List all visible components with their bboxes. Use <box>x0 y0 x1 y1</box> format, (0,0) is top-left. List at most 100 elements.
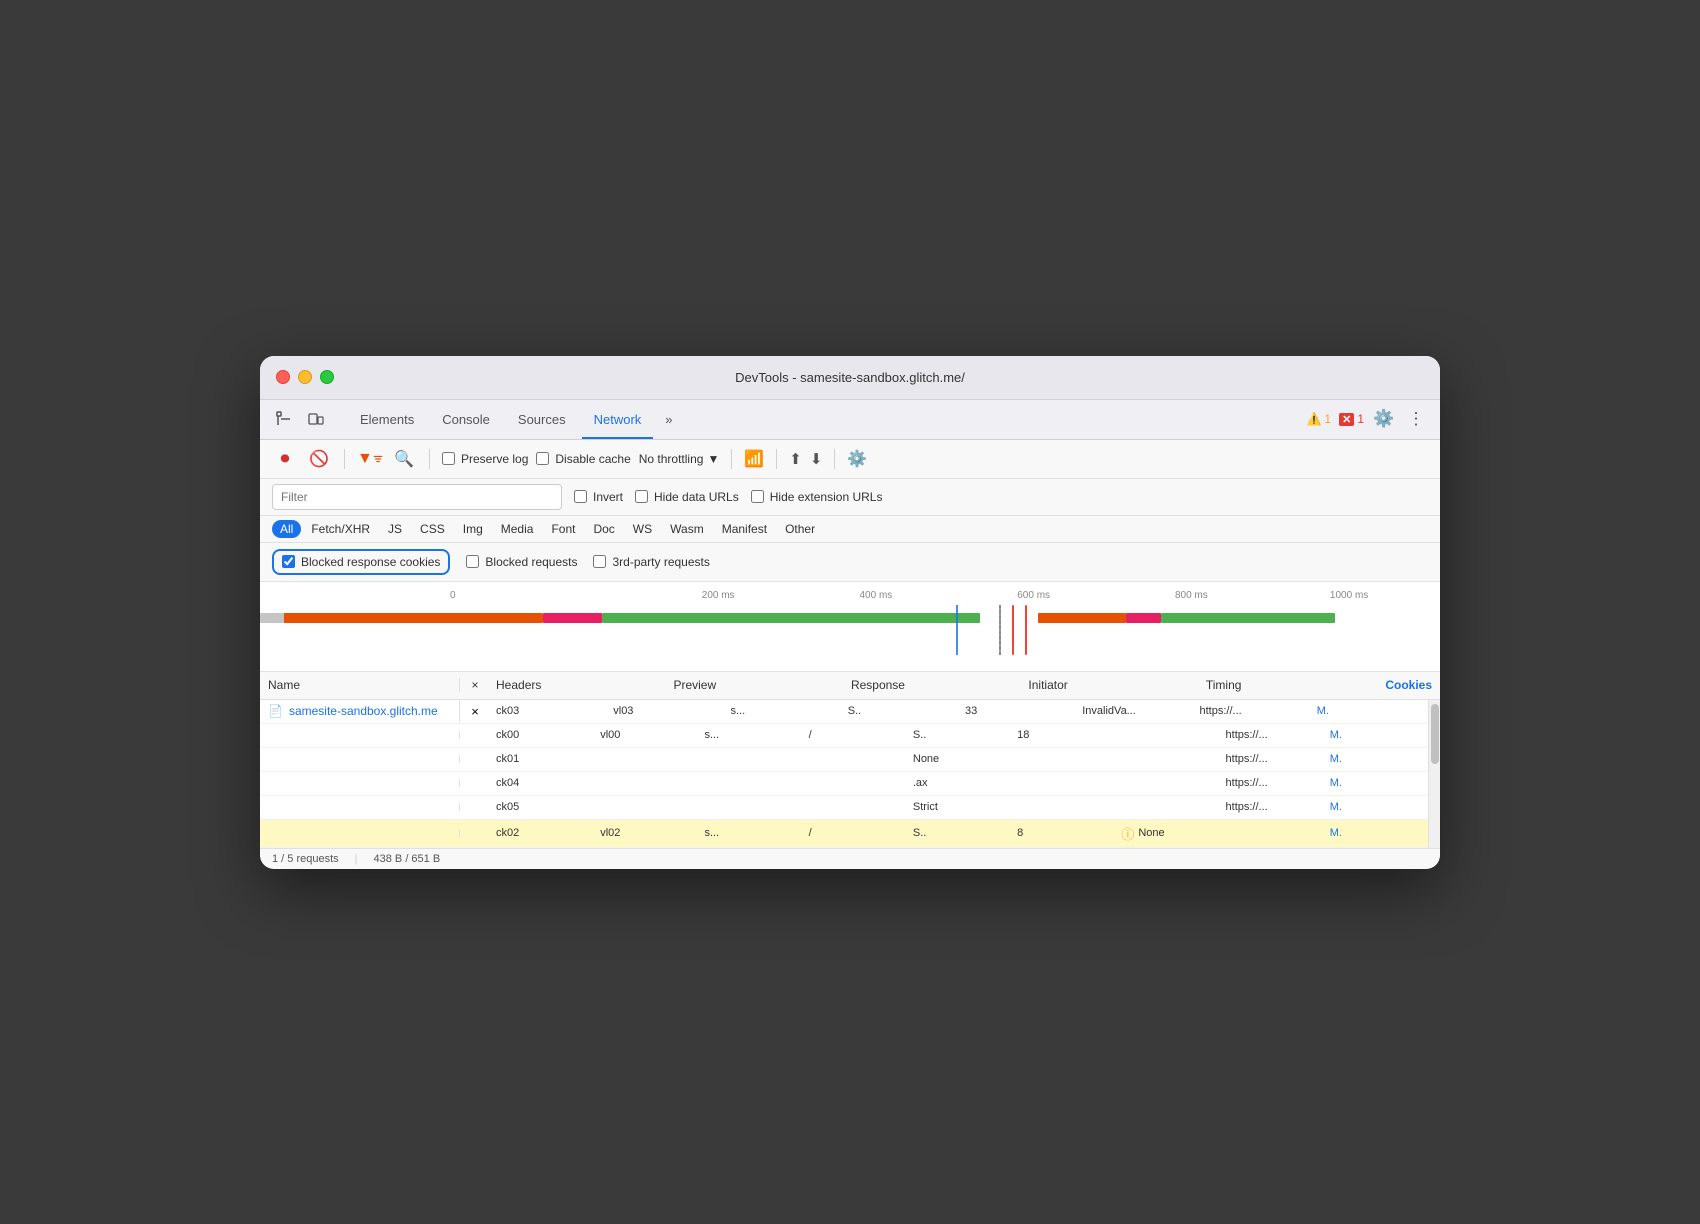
type-btn-other[interactable]: Other <box>777 520 823 538</box>
network-settings-icon[interactable]: ⚙️ <box>847 449 867 469</box>
hide-data-urls-checkbox[interactable] <box>635 490 648 503</box>
td-slash-6: / <box>803 823 907 843</box>
inspect-icon[interactable] <box>272 407 296 431</box>
td-name-main: 📄 samesite-sandbox.glitch.me <box>260 700 460 722</box>
tab-more[interactable]: » <box>657 399 680 439</box>
td-slash-4 <box>803 779 907 787</box>
disable-cache-checkbox[interactable] <box>536 452 549 465</box>
table-body: 📄 samesite-sandbox.glitch.me × ck03 vl03… <box>260 700 1428 848</box>
td-vl02: vl02 <box>594 823 698 843</box>
table-row[interactable]: ck00 vl00 s... / S.. 18 https://... M. <box>260 724 1428 748</box>
td-https-2: https://... <box>1220 725 1324 745</box>
hide-ext-urls-checkbox[interactable] <box>751 490 764 503</box>
disable-cache-label[interactable]: Disable cache <box>536 452 630 466</box>
td-https-6 <box>1220 829 1324 837</box>
type-btn-wasm[interactable]: Wasm <box>662 520 712 538</box>
td-m-1: M. <box>1311 701 1428 721</box>
td-slash-5 <box>803 803 907 811</box>
td-ck00: ck00 <box>490 725 594 745</box>
tab-sources[interactable]: Sources <box>506 399 578 439</box>
hide-ext-urls-label[interactable]: Hide extension URLs <box>751 490 883 504</box>
clear-button[interactable]: 🚫 <box>306 446 332 472</box>
type-btn-js[interactable]: JS <box>380 520 410 538</box>
td-m-6: M. <box>1324 823 1428 843</box>
filter-input[interactable] <box>272 484 562 510</box>
table-row[interactable]: ck02 vl02 s... / S.. 8 ⓘ None M. <box>260 820 1428 848</box>
preserve-log-label[interactable]: Preserve log <box>442 452 528 466</box>
table-row[interactable]: 📄 samesite-sandbox.glitch.me × ck03 vl03… <box>260 700 1428 724</box>
td-vl04 <box>594 779 698 787</box>
type-btn-ws[interactable]: WS <box>625 520 660 538</box>
td-inv-2 <box>1115 731 1219 739</box>
td-s2-1: S.. <box>842 701 959 721</box>
bar-pink-2 <box>1126 613 1161 623</box>
vline-blue <box>956 605 958 655</box>
table-row[interactable]: ck04 .ax https://... M. <box>260 772 1428 796</box>
record-button[interactable]: ⏺ <box>272 446 298 472</box>
td-s-3 <box>698 755 802 763</box>
type-btn-font[interactable]: Font <box>543 520 583 538</box>
type-btn-all[interactable]: All <box>272 520 301 538</box>
traffic-lights <box>276 370 334 384</box>
maximize-button[interactable] <box>320 370 334 384</box>
type-btn-fetch[interactable]: Fetch/XHR <box>303 520 378 538</box>
td-num-1: 33 <box>959 701 1076 721</box>
td-x-1: × <box>460 704 490 719</box>
blocked-cookies-label[interactable]: Blocked response cookies <box>272 549 450 575</box>
type-btn-manifest[interactable]: Manifest <box>714 520 775 538</box>
tab-network[interactable]: Network <box>582 399 654 439</box>
preserve-log-checkbox[interactable] <box>442 452 455 465</box>
td-name-2 <box>260 731 460 739</box>
third-party-checkbox[interactable] <box>593 555 606 568</box>
third-party-label[interactable]: 3rd-party requests <box>593 555 709 569</box>
blocked-cookies-checkbox[interactable] <box>282 555 295 568</box>
td-s-5 <box>698 803 802 811</box>
th-timing: Timing <box>1200 678 1377 692</box>
td-s3-6: S.. <box>907 823 1011 843</box>
table-row[interactable]: ck01 None https://... M. <box>260 748 1428 772</box>
tab-console[interactable]: Console <box>430 399 502 439</box>
type-btn-img[interactable]: Img <box>455 520 491 538</box>
throttle-dropdown[interactable]: No throttling ▼ <box>639 452 720 466</box>
td-s3-3: None <box>907 749 1011 769</box>
td-s3-4: .ax <box>907 773 1011 793</box>
invert-label[interactable]: Invert <box>574 490 623 504</box>
hide-data-urls-label[interactable]: Hide data URLs <box>635 490 739 504</box>
devtools-content: Elements Console Sources Network » ⚠️ 1 <box>260 400 1440 869</box>
blocked-requests-checkbox[interactable] <box>466 555 479 568</box>
bar-pink <box>543 613 602 623</box>
type-btn-media[interactable]: Media <box>493 520 542 538</box>
type-btn-css[interactable]: CSS <box>412 520 453 538</box>
type-btn-doc[interactable]: Doc <box>585 520 622 538</box>
table-row[interactable]: ck05 Strict https://... M. <box>260 796 1428 820</box>
ruler-mark-800: 800 ms <box>1113 590 1271 601</box>
close-button[interactable] <box>276 370 290 384</box>
search-button[interactable]: 🔍 <box>391 446 417 472</box>
minimize-button[interactable] <box>298 370 312 384</box>
transfer-size: 438 B / 651 B <box>374 853 441 865</box>
tab-elements[interactable]: Elements <box>348 399 426 439</box>
bar-red-2 <box>1025 605 1027 655</box>
th-x: × <box>460 678 490 692</box>
td-name-5 <box>260 803 460 811</box>
table-body-wrapper: 📄 samesite-sandbox.glitch.me × ck03 vl03… <box>260 700 1440 848</box>
device-toggle-icon[interactable] <box>304 407 328 431</box>
more-icon[interactable]: ⋮ <box>1404 407 1428 431</box>
td-inv-6: ⓘ None <box>1115 820 1219 847</box>
filter-toggle-button[interactable]: ▼ <box>357 446 383 472</box>
td-m-3: M. <box>1324 749 1428 769</box>
settings-icon[interactable]: ⚙️ <box>1372 407 1396 431</box>
td-slash-2: / <box>803 725 907 745</box>
scrollbar-thumb[interactable] <box>1431 704 1439 764</box>
scrollbar[interactable] <box>1428 700 1440 848</box>
ruler-mark-200: 200 ms <box>639 590 797 601</box>
export-icon[interactable]: ⬇ <box>810 450 823 468</box>
toolbar-divider-3 <box>731 449 732 469</box>
blocked-requests-label[interactable]: Blocked requests <box>466 555 577 569</box>
th-headers: Headers <box>490 678 667 692</box>
td-ck04: ck04 <box>490 773 594 793</box>
import-icon[interactable]: ⬆ <box>789 450 802 468</box>
titlebar: DevTools - samesite-sandbox.glitch.me/ <box>260 356 1440 400</box>
td-https-5: https://... <box>1220 797 1324 817</box>
invert-checkbox[interactable] <box>574 490 587 503</box>
